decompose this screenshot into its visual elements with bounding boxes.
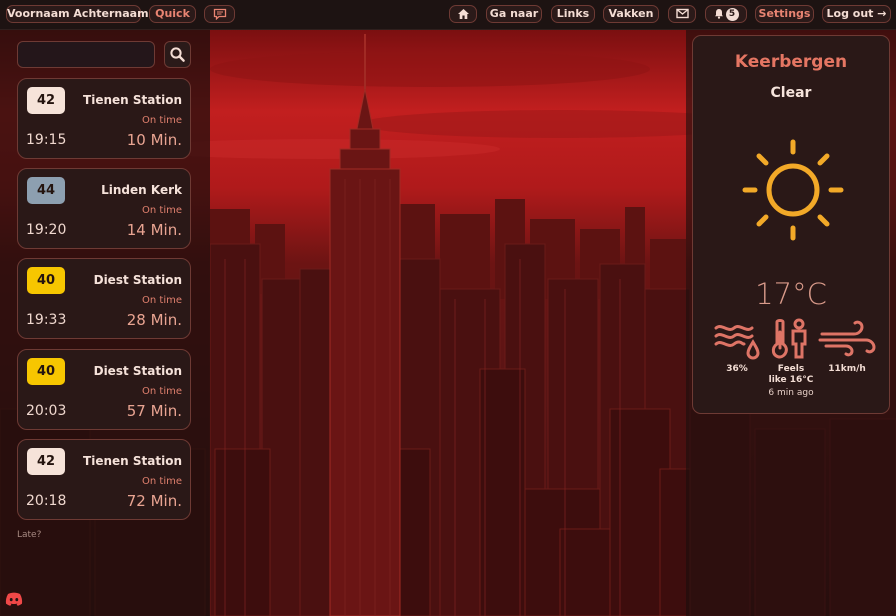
departure-card[interactable]: 44 Linden Kerk On time 19:20 14 Min. — [17, 168, 191, 249]
top-navigation-bar: Voornaam Achternaam Quick Ga naar Links … — [0, 0, 896, 30]
mail-icon — [675, 8, 689, 19]
departure-card[interactable]: 40 Diest Station On time 20:03 57 Min. — [17, 349, 191, 430]
destination-label: Diest Station — [93, 273, 182, 287]
weather-location: Keerbergen — [734, 52, 848, 72]
minutes-until-departure: 57 Min. — [126, 402, 182, 420]
notification-count-badge: 5 — [725, 8, 739, 21]
status-label: On time — [142, 476, 182, 487]
destination-label: Diest Station — [93, 364, 182, 378]
status-label: On time — [142, 115, 182, 126]
weather-condition: Clear — [770, 85, 812, 101]
departure-time: 20:03 — [26, 403, 67, 419]
home-icon — [457, 9, 469, 19]
links-button[interactable]: Links — [551, 5, 595, 23]
line-number-badge: 40 — [27, 267, 65, 294]
wind-stat: 11km/h — [815, 318, 879, 375]
status-label: On time — [142, 205, 182, 216]
logout-button[interactable]: Log out → — [822, 5, 891, 23]
user-name-button[interactable]: Voornaam Achternaam — [6, 5, 149, 23]
departure-time: 19:33 — [26, 312, 67, 328]
bell-icon — [714, 6, 724, 19]
line-number-badge: 42 — [27, 448, 65, 475]
wind-icon — [818, 320, 876, 357]
sun-icon — [742, 139, 844, 241]
subjects-button[interactable]: Vakken — [603, 5, 659, 23]
status-label: On time — [142, 386, 182, 397]
feels-like-thermometer-icon — [771, 318, 807, 359]
minutes-until-departure: 10 Min. — [126, 131, 182, 149]
settings-button[interactable]: Settings — [755, 5, 814, 23]
search-icon — [170, 47, 185, 62]
humidity-icon — [714, 325, 760, 360]
status-label: On time — [142, 295, 182, 306]
departure-time: 20:18 — [26, 493, 67, 509]
search-input[interactable] — [17, 41, 155, 68]
feels-like-line-1: Feels — [777, 364, 805, 374]
destination-label: Tienen Station — [83, 454, 182, 468]
departure-time: 19:15 — [26, 132, 67, 148]
destination-label: Tienen Station — [83, 93, 182, 107]
destination-label: Linden Kerk — [101, 183, 182, 197]
mail-button[interactable] — [668, 5, 696, 23]
weather-widget: Keerbergen Clear 17°C 36% Feels like 16°… — [692, 35, 890, 414]
goto-button[interactable]: Ga naar — [486, 5, 542, 23]
departure-card[interactable]: 40 Diest Station On time 19:33 28 Min. — [17, 258, 191, 339]
line-number-badge: 42 — [27, 87, 65, 114]
discord-icon[interactable] — [5, 592, 23, 606]
weather-updated: 6 min ago — [768, 388, 814, 398]
feels-like-stat: Feels like 16°C — [759, 318, 823, 386]
chat-button[interactable] — [204, 5, 235, 23]
temperature: 17°C — [755, 277, 827, 311]
line-number-badge: 44 — [27, 177, 65, 204]
quick-button[interactable]: Quick — [149, 5, 196, 23]
line-number-badge: 40 — [27, 358, 65, 385]
departure-card[interactable]: 42 Tienen Station On time 19:15 10 Min. — [17, 78, 191, 159]
departure-time: 19:20 — [26, 222, 67, 238]
notifications-button[interactable]: 5 — [705, 5, 747, 23]
wind-value: 11km/h — [828, 364, 866, 374]
minutes-until-departure: 14 Min. — [126, 221, 182, 239]
search-button[interactable] — [164, 41, 191, 68]
departure-card[interactable]: 42 Tienen Station On time 20:18 72 Min. — [17, 439, 191, 520]
minutes-until-departure: 72 Min. — [126, 492, 182, 510]
chat-icon — [213, 8, 226, 20]
minutes-until-departure: 28 Min. — [126, 311, 182, 329]
feels-like-line-2: like 16°C — [768, 375, 814, 385]
late-link[interactable]: Late? — [17, 530, 41, 540]
home-button[interactable] — [449, 5, 477, 23]
feels-like-value: Feels like 16°C — [759, 364, 823, 386]
